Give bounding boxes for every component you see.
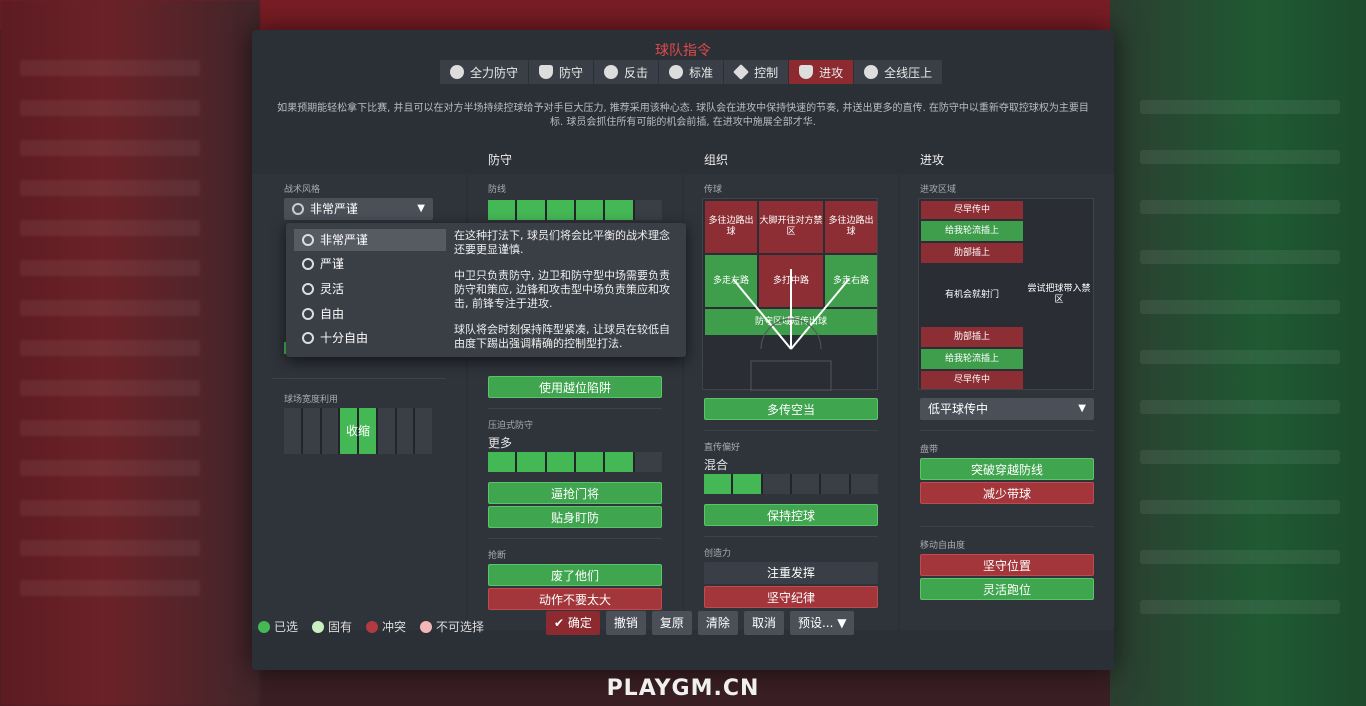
heart-shield-icon [450, 65, 464, 79]
press-slider[interactable] [488, 452, 662, 472]
zone-work-ball[interactable]: 尝试把球带入禁区 [1025, 243, 1093, 347]
creativity-label: 创造力 [704, 549, 732, 559]
attack-arrow-icon [799, 65, 814, 79]
run-at-defence-button[interactable]: 突破穿越防线 [920, 458, 1094, 480]
tab-very-attacking[interactable]: 全线压上 [854, 60, 944, 84]
cancel-button[interactable]: 取消 [743, 611, 784, 635]
retain-possession-button[interactable]: 保持控球 [704, 504, 878, 526]
width-value: 收缩 [345, 423, 370, 438]
pass-pref-label: 直传偏好 [704, 443, 741, 453]
style-option-very-structured[interactable]: 非常严谨 [294, 229, 446, 251]
tab-attacking[interactable]: 进攻 [789, 60, 855, 84]
defensive-line-slider[interactable] [488, 200, 662, 220]
tight-marking-button[interactable]: 贴身盯防 [488, 506, 662, 528]
press-label: 压迫式防守 [488, 421, 534, 431]
defensive-line-label: 防线 [488, 185, 507, 195]
tab-control[interactable]: 控制 [724, 60, 790, 84]
legend: 已选 固有 冲突 不可选择 [258, 618, 484, 635]
width-label: 球场宽度利用 [284, 395, 339, 405]
tackle-label: 抢断 [488, 551, 507, 561]
discipline-button[interactable]: 坚守纪律 [704, 586, 878, 608]
attack-column: 进攻 进攻区域 尽早传中 给我轮流插上 肋部插上 有机会就射门 尝试把球带入禁区… [900, 146, 1114, 630]
mentality-tabs: 全力防守 防守 反击 标准 控制 进攻 全线压上 [440, 60, 944, 84]
tab-very-defensive[interactable]: 全力防守 [440, 60, 530, 84]
legend-inherent: 固有 [312, 618, 352, 635]
offside-trap-button[interactable]: 使用越位陷阱 [488, 376, 662, 398]
left-column: 战术风格 非常严谨 ▼ 球场宽度利用 收缩 [252, 146, 466, 630]
style-option-structured[interactable]: 严谨 [294, 253, 446, 275]
option-icon [302, 258, 314, 270]
style-option-very-fluid[interactable]: 十分自由 [294, 327, 446, 349]
zone-overlap-bottom[interactable]: 给我轮流插上 [921, 349, 1023, 369]
style-dropdown: 非常严谨 严谨 灵活 自由 十分自由 在这种打法下, 球员们将会比平衡的战术理念… [286, 223, 686, 357]
defense-header: 防守 [468, 146, 682, 174]
confirm-button[interactable]: ✔ 确定 [546, 611, 600, 635]
counter-icon [604, 65, 619, 79]
zone-shoot[interactable]: 有机会就射门 [921, 265, 1023, 325]
style-help-text: 在这种打法下, 球员们将会比平衡的战术理念还要更显谨慎. 中卫只负责防守, 边卫… [454, 229, 670, 350]
style-option-fluid[interactable]: 自由 [294, 303, 446, 325]
redo-button[interactable]: 复原 [651, 611, 692, 635]
pass-pref-slider[interactable] [704, 474, 878, 494]
express-button[interactable]: 注重发挥 [704, 562, 878, 584]
passing-arrows [732, 269, 850, 391]
press-goalkeeper-button[interactable]: 逼抢门将 [488, 482, 662, 504]
pass-into-space-button[interactable]: 多传空当 [704, 398, 878, 420]
style-select[interactable]: 非常严谨 ▼ [284, 198, 433, 220]
tab-balanced[interactable]: 标准 [659, 60, 725, 84]
pass-pref-value: 混合 [704, 458, 729, 472]
legend-conflict: 冲突 [366, 618, 406, 635]
dribble-less-button[interactable]: 减少带球 [920, 482, 1094, 504]
attack-area-label: 进攻区域 [920, 185, 957, 195]
chevron-down-icon: ▼ [1078, 403, 1086, 414]
chevron-down-icon: ▼ [417, 203, 425, 214]
option-icon [302, 308, 314, 320]
stay-on-feet-button[interactable]: 动作不要太大 [488, 588, 662, 610]
presets-button[interactable]: 预设... ▼ [789, 611, 855, 635]
tab-counter[interactable]: 反击 [594, 60, 660, 84]
style-option-flexible[interactable]: 灵活 [294, 278, 446, 300]
background-right-panel [1110, 0, 1366, 706]
balance-icon [669, 65, 684, 79]
shield-icon [539, 65, 554, 79]
style-icon [292, 203, 304, 215]
zone-underlap-bottom[interactable]: 肋部插上 [921, 327, 1023, 347]
organization-header: 组织 [684, 146, 898, 174]
hold-position-button[interactable]: 坚守位置 [920, 554, 1094, 576]
attack-header: 进攻 [900, 146, 1114, 174]
cube-icon [733, 64, 749, 80]
zone-underlap-top[interactable]: 肋部插上 [921, 243, 1023, 263]
legend-unavailable: 不可选择 [420, 618, 484, 635]
organization-column: 组织 传球 多往边路出球 大脚开往对方禁区 多往边路出球 多走左路 多打中路 多… [684, 146, 898, 630]
style-label: 战术风格 [284, 185, 321, 195]
roam-button[interactable]: 灵活跑位 [920, 578, 1094, 600]
mentality-description: 如果预期能轻松拿下比赛, 并且可以在对方半场持续控球给予对手巨大压力, 推荐采用… [277, 103, 1089, 128]
zone-early-cross-top[interactable]: 尽早传中 [921, 201, 1023, 219]
all-out-attack-icon [864, 65, 879, 79]
background-sidebar [0, 0, 260, 706]
option-icon [302, 234, 314, 246]
attack-pitch: 尽早传中 给我轮流插上 肋部插上 有机会就射门 尝试把球带入禁区 肋部插上 给我… [918, 198, 1094, 390]
passing-pitch: 多往边路出球 大脚开往对方禁区 多往边路出球 多走左路 多打中路 多走右路 防守… [702, 198, 878, 391]
zone-overlap-top[interactable]: 给我轮流插上 [921, 221, 1023, 241]
dribble-label: 盘带 [920, 445, 939, 455]
press-value: 更多 [488, 436, 513, 450]
option-icon [302, 283, 314, 295]
option-icon [302, 332, 314, 344]
tab-defensive[interactable]: 防守 [529, 60, 595, 84]
clear-button[interactable]: 清除 [697, 611, 738, 635]
legend-selected: 已选 [258, 618, 298, 635]
undo-button[interactable]: 撤销 [605, 611, 646, 635]
defense-column: 防守 防线 使用越位陷阱 压迫式防守 更多 逼抢门将 贴身盯防 抢断 废了他们 … [468, 146, 682, 630]
freedom-label: 移动自由度 [920, 541, 966, 551]
dialog-title: 球队指令 [655, 43, 711, 59]
passing-label: 传球 [704, 185, 723, 195]
get-stuck-in-button[interactable]: 废了他们 [488, 564, 662, 586]
watermark: PLAYGM.CN [606, 676, 760, 701]
footer-actions: ✔ 确定 撤销 复原 清除 取消 预设... ▼ [546, 611, 855, 635]
cross-type-select[interactable]: 低平球传中 ▼ [920, 398, 1094, 420]
zone-early-cross-bottom[interactable]: 尽早传中 [921, 371, 1023, 389]
